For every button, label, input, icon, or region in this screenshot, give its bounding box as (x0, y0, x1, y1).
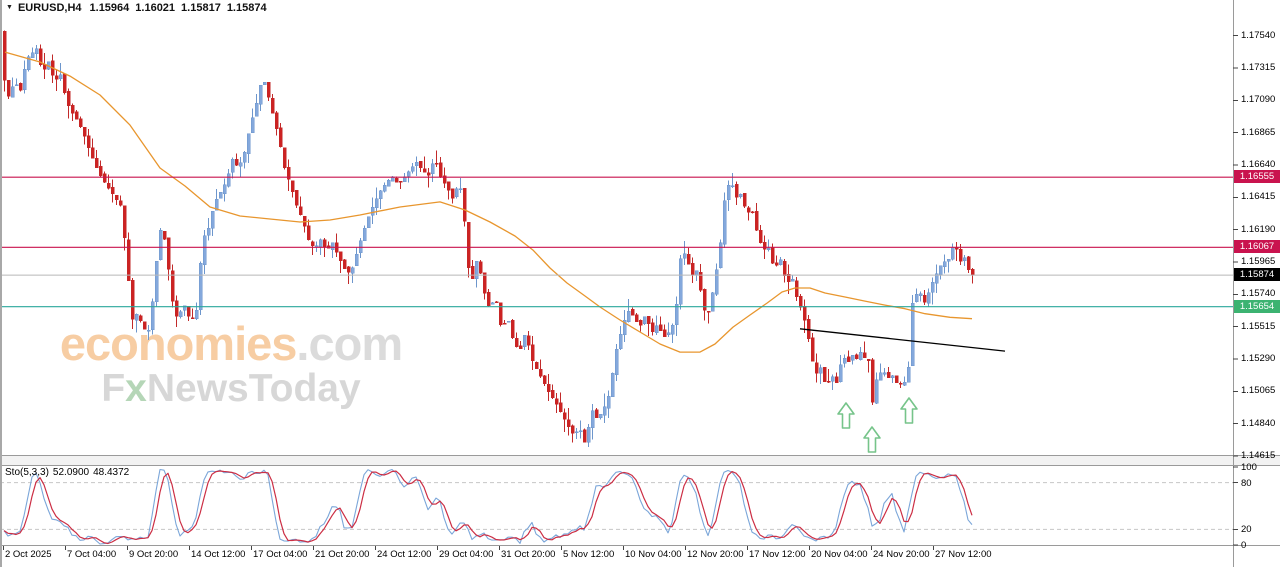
time-tick-label: 17 Oct 04:00 (253, 549, 308, 560)
price-tick-label: 1.14840 (1241, 417, 1276, 429)
price-tick-label: 1.15065 (1241, 385, 1276, 397)
time-tick-label: 12 Nov 20:00 (687, 549, 744, 560)
time-tick-label: 2 Oct 2025 (5, 549, 52, 560)
symbol-label: EURUSD,H4 (17, 2, 82, 14)
price-tick-label: 1.16415 (1241, 191, 1276, 203)
time-tick-label: 24 Nov 20:00 (873, 549, 930, 560)
price-tick-label: 1.14615 (1241, 449, 1276, 461)
window-left-edge (0, 0, 2, 567)
time-tick-label: 17 Nov 12:00 (749, 549, 806, 560)
time-tick-label: 31 Oct 20:00 (501, 549, 556, 560)
time-tick-label: 5 Nov 12:00 (563, 549, 615, 560)
main-chart-pane[interactable] (0, 0, 1233, 455)
price-tick-label: 1.17540 (1241, 29, 1276, 41)
stoch-scale-label: 0 (1241, 540, 1247, 551)
stochastic-value-d: 48.4372 (93, 467, 130, 478)
time-tick-label: 9 Oct 20:00 (129, 549, 179, 560)
stoch-k-line (3, 468, 973, 545)
stoch-scale-label: 80 (1241, 477, 1252, 489)
price-tick-label: 1.15740 (1241, 288, 1276, 300)
level-price-badge: 1.15654 (1234, 299, 1280, 313)
time-tick-label: 10 Nov 04:00 (625, 549, 682, 560)
ohlc-open: 1.15964 (89, 2, 130, 14)
time-tick-label: 29 Oct 04:00 (439, 549, 494, 560)
price-tick-label: 1.16640 (1241, 159, 1276, 170)
price-tick-label: 1.15515 (1241, 320, 1276, 332)
time-tick-label: 27 Nov 12:00 (935, 549, 992, 560)
stochastic-value-k: 52.0900 (52, 467, 90, 478)
time-tick-label: 7 Oct 04:00 (67, 549, 117, 560)
stochastic-label: Sto(5,3,3) 52.0900 48.4372 (5, 467, 133, 478)
stochastic-name: Sto(5,3,3) (5, 467, 49, 478)
price-tick-label: 1.17315 (1241, 62, 1276, 74)
stoch-scale-label: 100 (1241, 462, 1257, 473)
ohlc-readout: ▼ EURUSD,H4 1.15964 1.16021 1.15817 1.15874 (6, 2, 273, 14)
trading-chart-window: economies.com FxNewsToday ▼ EURUSD,H4 1.15… (0, 0, 1280, 567)
price-tick-label: 1.16190 (1241, 223, 1276, 235)
price-tick-label: 1.17090 (1241, 94, 1276, 106)
ohlc-low: 1.15817 (181, 2, 221, 14)
current-price-badge: 1.15874 (1234, 268, 1280, 282)
time-tick-label: 24 Oct 12:00 (377, 549, 432, 560)
time-tick-label: 14 Oct 12:00 (191, 549, 246, 560)
time-tick-label: 21 Oct 20:00 (315, 549, 370, 560)
stoch-scale-label: 20 (1241, 524, 1252, 536)
price-tick-label: 1.15965 (1241, 255, 1276, 267)
ohlc-high: 1.16021 (135, 2, 176, 14)
price-tick-label: 1.15290 (1241, 352, 1276, 364)
time-axis[interactable] (0, 546, 1233, 567)
ohlc-close: 1.15874 (226, 2, 267, 14)
symbol-dropdown-icon[interactable]: ▼ (6, 4, 13, 11)
time-tick-label: 20 Nov 04:00 (811, 549, 868, 560)
level-price-badge: 1.16067 (1234, 240, 1280, 254)
price-tick-label: 1.16865 (1241, 126, 1276, 138)
level-price-badge: 1.16555 (1234, 170, 1280, 184)
